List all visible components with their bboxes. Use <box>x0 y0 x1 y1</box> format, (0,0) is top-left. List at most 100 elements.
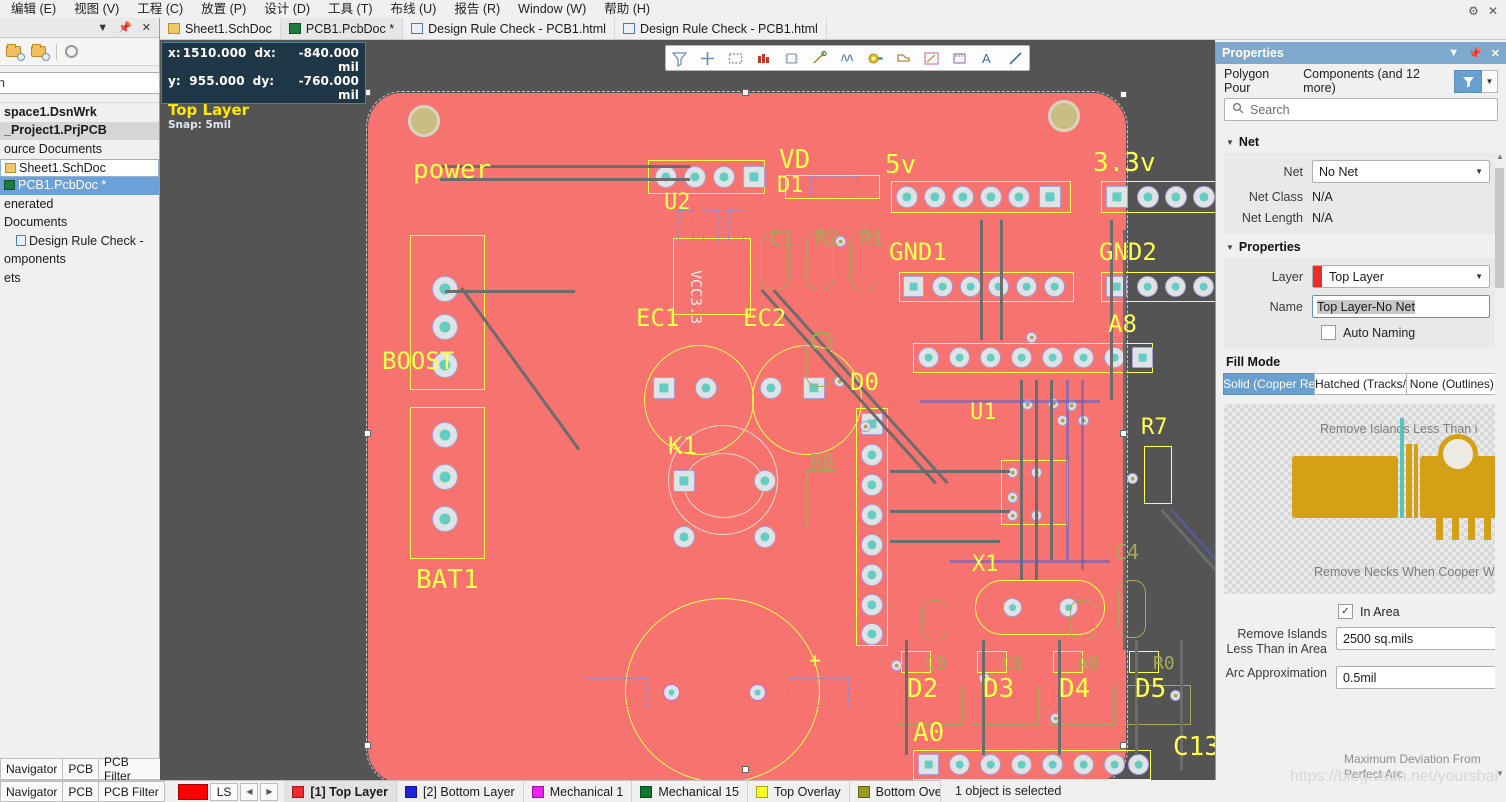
menu-item-design[interactable]: 设计 (D) <box>255 0 319 18</box>
trace[interactable] <box>445 290 575 293</box>
pad[interactable] <box>743 166 765 188</box>
trace[interactable] <box>1170 508 1215 668</box>
mounting-hole-top-right[interactable] <box>1048 100 1080 132</box>
route-trace-icon[interactable] <box>811 50 828 67</box>
pad[interactable] <box>1011 754 1032 775</box>
layer-set-label[interactable]: LS <box>209 782 239 801</box>
via[interactable] <box>891 660 902 671</box>
pad[interactable] <box>432 314 458 340</box>
project-search-input[interactable]: h <box>0 72 160 94</box>
selection-handle[interactable] <box>742 89 749 96</box>
menu-item-tools[interactable]: 工具 (T) <box>319 0 381 18</box>
pad[interactable] <box>655 166 677 188</box>
properties-section-header[interactable]: ▼ Properties <box>1216 234 1506 258</box>
pad[interactable] <box>1132 347 1153 368</box>
chevron-right-icon[interactable]: ▶ <box>260 782 279 801</box>
net-section-header[interactable]: ▼ Net <box>1216 129 1506 153</box>
tree-item-source-documents[interactable]: ource Documents <box>0 140 159 159</box>
gear-icon[interactable]: ⚙ <box>1468 4 1479 18</box>
scroll-down-arrow-icon[interactable]: ▼ <box>1496 769 1504 778</box>
doc-tab-drc-1[interactable]: Design Rule Check - PCB1.html <box>403 18 615 39</box>
in-area-checkbox[interactable]: ✓ <box>1338 604 1353 619</box>
trace[interactable] <box>890 510 1010 513</box>
pad[interactable] <box>861 564 883 586</box>
pad[interactable] <box>695 377 717 399</box>
pad[interactable] <box>903 276 924 297</box>
tab-pcb-filter-bottom[interactable]: PCB Filter <box>98 781 165 802</box>
trace[interactable] <box>1123 230 1126 650</box>
pad[interactable] <box>1016 276 1037 297</box>
pad[interactable] <box>1011 347 1032 368</box>
menu-item-window[interactable]: Window (W) <box>509 0 595 18</box>
layer-tab-top-layer[interactable]: [1] Top Layer <box>284 781 397 802</box>
layer-tab-bottom-layer[interactable]: [2] Bottom Layer <box>397 781 524 802</box>
chevron-down-icon[interactable]: ▼ <box>97 22 108 34</box>
trace[interactable] <box>1160 508 1215 660</box>
tab-navigator-bottom[interactable]: Navigator <box>0 781 64 802</box>
tab-pcb[interactable]: PCB <box>62 758 100 780</box>
tree-item-sheet1-schdoc[interactable]: Sheet1.SchDoc <box>0 158 159 177</box>
properties-search-input[interactable]: Search <box>1224 98 1498 121</box>
tree-item-components[interactable]: omponents <box>0 251 159 270</box>
menu-item-edit[interactable]: 编辑 (E) <box>2 0 65 18</box>
selection-handle[interactable] <box>364 430 371 437</box>
tree-item-workspace[interactable]: space1.DsnWrk <box>0 103 159 122</box>
pad[interactable] <box>918 754 939 775</box>
tree-item-generated[interactable]: enerated <box>0 195 159 214</box>
trace[interactable] <box>1035 380 1038 580</box>
pad[interactable] <box>1104 347 1125 368</box>
open-project-icon[interactable] <box>6 44 25 61</box>
fill-mode-solid-option[interactable]: Solid (Copper Re <box>1223 373 1316 395</box>
selection-handle[interactable] <box>364 742 371 749</box>
pad[interactable] <box>754 470 776 492</box>
layer-set-color-swatch[interactable] <box>177 783 208 800</box>
selection-handle[interactable] <box>1120 91 1127 98</box>
menu-item-project[interactable]: 工程 (C) <box>128 0 192 18</box>
new-project-icon[interactable] <box>31 44 50 61</box>
tree-item-design-rule-check[interactable]: Design Rule Check - <box>0 232 159 251</box>
tab-navigator[interactable]: Navigator <box>0 758 64 780</box>
pin-icon[interactable]: 📌 <box>1468 47 1482 60</box>
pad[interactable] <box>980 186 1002 208</box>
pad[interactable] <box>980 347 1001 368</box>
fill-mode-none-option[interactable]: None (Outlines) <box>1405 373 1498 395</box>
trace[interactable] <box>1020 380 1023 580</box>
doc-tab-pcb1[interactable]: PCB1.PcbDoc * <box>280 18 404 39</box>
pad[interactable] <box>713 166 735 188</box>
via-icon[interactable] <box>867 50 884 67</box>
pad[interactable] <box>1106 186 1128 208</box>
tree-item-documents[interactable]: Documents <box>0 214 159 233</box>
pin-icon[interactable]: 📌 <box>118 21 132 34</box>
pcb-stage[interactable]: power VD 5v 3.3v D1 U2 GND1 GND2 EC1 EC2… <box>160 40 1215 780</box>
component-icon[interactable] <box>755 50 772 67</box>
pad[interactable] <box>861 474 883 496</box>
pad[interactable] <box>1137 276 1158 297</box>
pad[interactable] <box>1073 347 1094 368</box>
doc-tab-drc-2[interactable]: Design Rule Check - PCB1.html <box>615 18 827 39</box>
crosshair-icon[interactable] <box>699 50 716 67</box>
filter-dropdown-arrow-icon[interactable]: ▼ <box>1482 69 1498 93</box>
menu-item-view[interactable]: 视图 (V) <box>65 0 128 18</box>
r7-outline[interactable] <box>1144 446 1172 504</box>
menu-item-reports[interactable]: 报告 (R) <box>445 0 509 18</box>
pad[interactable] <box>1193 276 1214 297</box>
pcb-canvas[interactable]: power VD 5v 3.3v D1 U2 GND1 GND2 EC1 EC2… <box>160 40 1215 780</box>
pad[interactable] <box>432 506 458 532</box>
net-dropdown[interactable]: No Net ▼ <box>1312 160 1490 183</box>
pad[interactable] <box>673 470 695 492</box>
tab-pcb-bottom[interactable]: PCB <box>62 781 100 802</box>
remove-islands-input[interactable]: 2500 sq.mils <box>1336 627 1498 650</box>
pad[interactable] <box>861 623 883 645</box>
trace[interactable] <box>1081 380 1084 570</box>
name-input[interactable]: Top Layer-No Net <box>1312 295 1490 318</box>
via[interactable] <box>749 684 766 701</box>
pad[interactable] <box>949 347 970 368</box>
pad[interactable] <box>896 186 918 208</box>
scroll-up-arrow-icon[interactable]: ▲ <box>1496 152 1504 161</box>
pad[interactable] <box>1042 754 1063 775</box>
tree-item-pcb1-pcbdoc[interactable]: PCB1.PcbDoc * <box>0 176 159 195</box>
pad[interactable] <box>960 276 981 297</box>
pad[interactable] <box>1137 186 1159 208</box>
pad[interactable] <box>861 594 883 616</box>
arc-approximation-input[interactable]: 0.5mil <box>1336 666 1498 689</box>
